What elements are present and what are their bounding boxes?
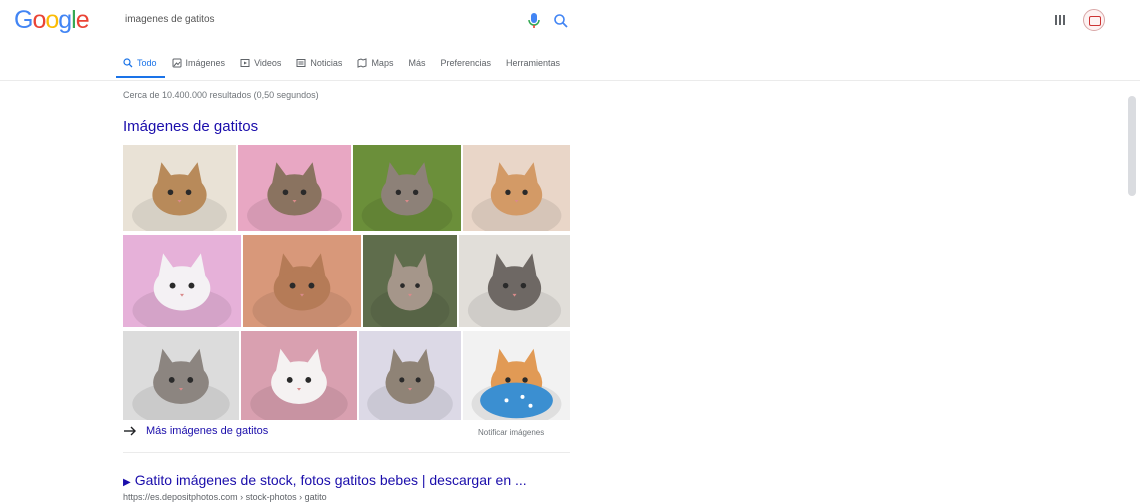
- image-thumbnail[interactable]: [123, 145, 236, 231]
- header: Google imagenes de gatitos: [0, 0, 1140, 44]
- section-divider: [123, 452, 570, 453]
- tab-preferencias[interactable]: Preferencias: [433, 50, 499, 76]
- tab-label: Preferencias: [440, 58, 491, 68]
- tab-maps[interactable]: Maps: [350, 50, 401, 76]
- video-icon: [240, 58, 250, 68]
- image-thumbnail[interactable]: [363, 235, 457, 327]
- apps-grid-icon[interactable]: [1053, 13, 1067, 27]
- more-images-label: Más imágenes de gatitos: [146, 425, 269, 437]
- result-stats: Cerca de 10.400.000 resultados (0,50 seg…: [123, 90, 319, 100]
- kitten-photo: [459, 235, 570, 327]
- tab-label: Herramientas: [506, 58, 561, 68]
- kitten-photo: [353, 145, 461, 231]
- news-icon: [296, 58, 306, 68]
- microphone-icon[interactable]: [527, 12, 541, 30]
- tab-todo[interactable]: Todo: [116, 50, 165, 78]
- map-icon: [357, 58, 367, 68]
- tab-label: Imágenes: [185, 58, 226, 68]
- image-grid: [123, 145, 570, 420]
- tab-label: Todo: [137, 58, 157, 68]
- image-thumbnail[interactable]: [459, 235, 570, 327]
- logo-letter: G: [14, 6, 33, 34]
- first-result-url: https://es.depositphotos.com › stock-pho…: [123, 492, 327, 502]
- kitten-photo: [123, 145, 236, 231]
- image-thumbnail[interactable]: [123, 331, 239, 420]
- kitten-photo: [123, 331, 239, 420]
- logo-letter: e: [75, 6, 90, 34]
- logo-letter: o: [32, 6, 46, 34]
- first-result-title[interactable]: ▶ Gatito imágenes de stock, fotos gatitos…: [123, 472, 527, 488]
- tab-noticias[interactable]: Noticias: [289, 50, 350, 76]
- logo-letter: o: [45, 6, 59, 34]
- image-thumbnail[interactable]: [238, 145, 351, 231]
- tab-label: Noticias: [310, 58, 343, 68]
- image-thumbnail[interactable]: [463, 331, 570, 420]
- feedback-link[interactable]: Notificar imágenes: [478, 428, 544, 437]
- kitten-photo: [463, 331, 570, 420]
- play-icon: ▶: [123, 477, 131, 488]
- image-thumbnail[interactable]: [123, 235, 241, 327]
- arrow-right-icon: [124, 426, 136, 436]
- image-thumbnail[interactable]: [241, 331, 357, 420]
- image-thumbnail[interactable]: [353, 145, 461, 231]
- image-thumbnail[interactable]: [359, 331, 461, 420]
- tab-videos[interactable]: Videos: [233, 50, 289, 76]
- tab-herramientas[interactable]: Herramientas: [499, 50, 568, 76]
- image-icon: [172, 58, 182, 68]
- logo-letter: g: [58, 6, 72, 34]
- tab-label: Videos: [254, 58, 282, 68]
- kitten-photo: [241, 331, 357, 420]
- tab-mas[interactable]: Más: [401, 50, 433, 76]
- search-input[interactable]: imagenes de gatitos: [125, 14, 215, 25]
- account-avatar[interactable]: [1083, 9, 1105, 31]
- page-scrollbar[interactable]: [1128, 96, 1136, 196]
- image-pack-title[interactable]: Imágenes de gatitos: [123, 118, 258, 135]
- tab-imagenes[interactable]: Imágenes: [165, 50, 234, 76]
- tabs-divider: [0, 80, 1140, 81]
- kitten-photo: [363, 235, 457, 327]
- tab-label: Más: [408, 58, 426, 68]
- tab-label: Maps: [371, 58, 394, 68]
- kitten-photo: [238, 145, 351, 231]
- kitten-photo: [243, 235, 361, 327]
- kitten-photo: [359, 331, 461, 420]
- kitten-photo: [123, 235, 241, 327]
- more-images-link[interactable]: Más imágenes de gatitos: [123, 425, 268, 437]
- image-thumbnail[interactable]: [463, 145, 570, 231]
- image-thumbnail[interactable]: [243, 235, 361, 327]
- search-tabs: Todo Imágenes Videos Noticias Maps Más Prefere…: [116, 50, 568, 80]
- search-box[interactable]: imagenes de gatitos: [113, 6, 579, 38]
- search-icon[interactable]: [553, 13, 569, 29]
- google-logo[interactable]: Google: [14, 6, 90, 35]
- search-icon: [123, 58, 133, 68]
- kitten-photo: [463, 145, 570, 231]
